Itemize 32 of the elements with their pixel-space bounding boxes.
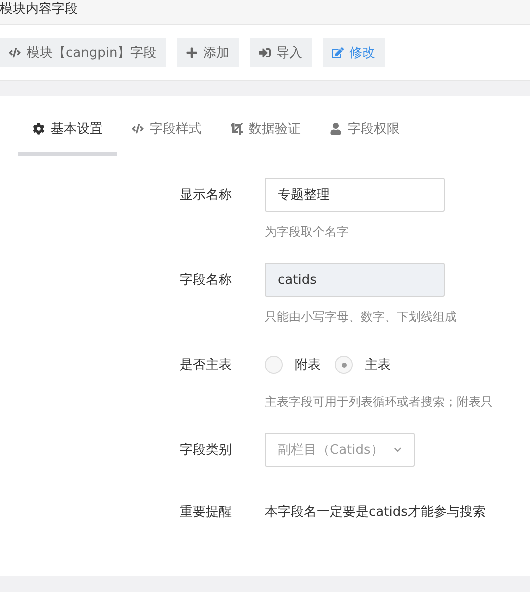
field-hint: 为字段取个名字 [265,224,350,241]
code-icon [9,46,21,58]
radio-button[interactable] [335,356,353,374]
tab[interactable]: 字段样式 [117,114,216,156]
field-hint: 只能由小写字母、数字、下划线组成 [265,309,458,326]
notice-text: 本字段名一定要是catids才能参与搜索 [265,504,486,521]
toolbar-button[interactable]: 模块【cangpin】字段 [0,38,166,67]
user-icon [330,123,342,135]
field-label: 是否主表 [180,357,233,374]
settings-icon [33,123,45,135]
radio-label: 主表 [365,357,391,374]
tab[interactable]: 数据验证 [216,114,315,156]
toolbar-button[interactable]: 修改 [322,38,385,67]
plus-icon [186,46,198,58]
field-label: 字段名称 [180,272,233,289]
code-icon [132,123,144,135]
chevron-down-icon [394,446,402,454]
toolbar-button[interactable]: 导入 [250,38,312,67]
edit-icon [332,46,344,58]
field-hint: 主表字段可用于列表循环或者搜索；附表只 [265,394,494,411]
field-label: 重要提醒 [180,504,233,521]
toolbar-button[interactable]: 添加 [176,38,239,67]
tab[interactable]: 字段权限 [315,114,414,156]
crop-icon [231,123,243,135]
field-label: 字段类别 [180,442,233,459]
tab[interactable]: 基本设置 [18,114,117,156]
text-field[interactable]: 专题整理 [265,178,445,212]
field-label: 显示名称 [180,187,233,204]
radio-label: 附表 [295,357,321,374]
page-title: 模块内容字段 [0,2,78,18]
radio-button[interactable] [265,356,283,374]
sign-in-icon [258,46,271,58]
